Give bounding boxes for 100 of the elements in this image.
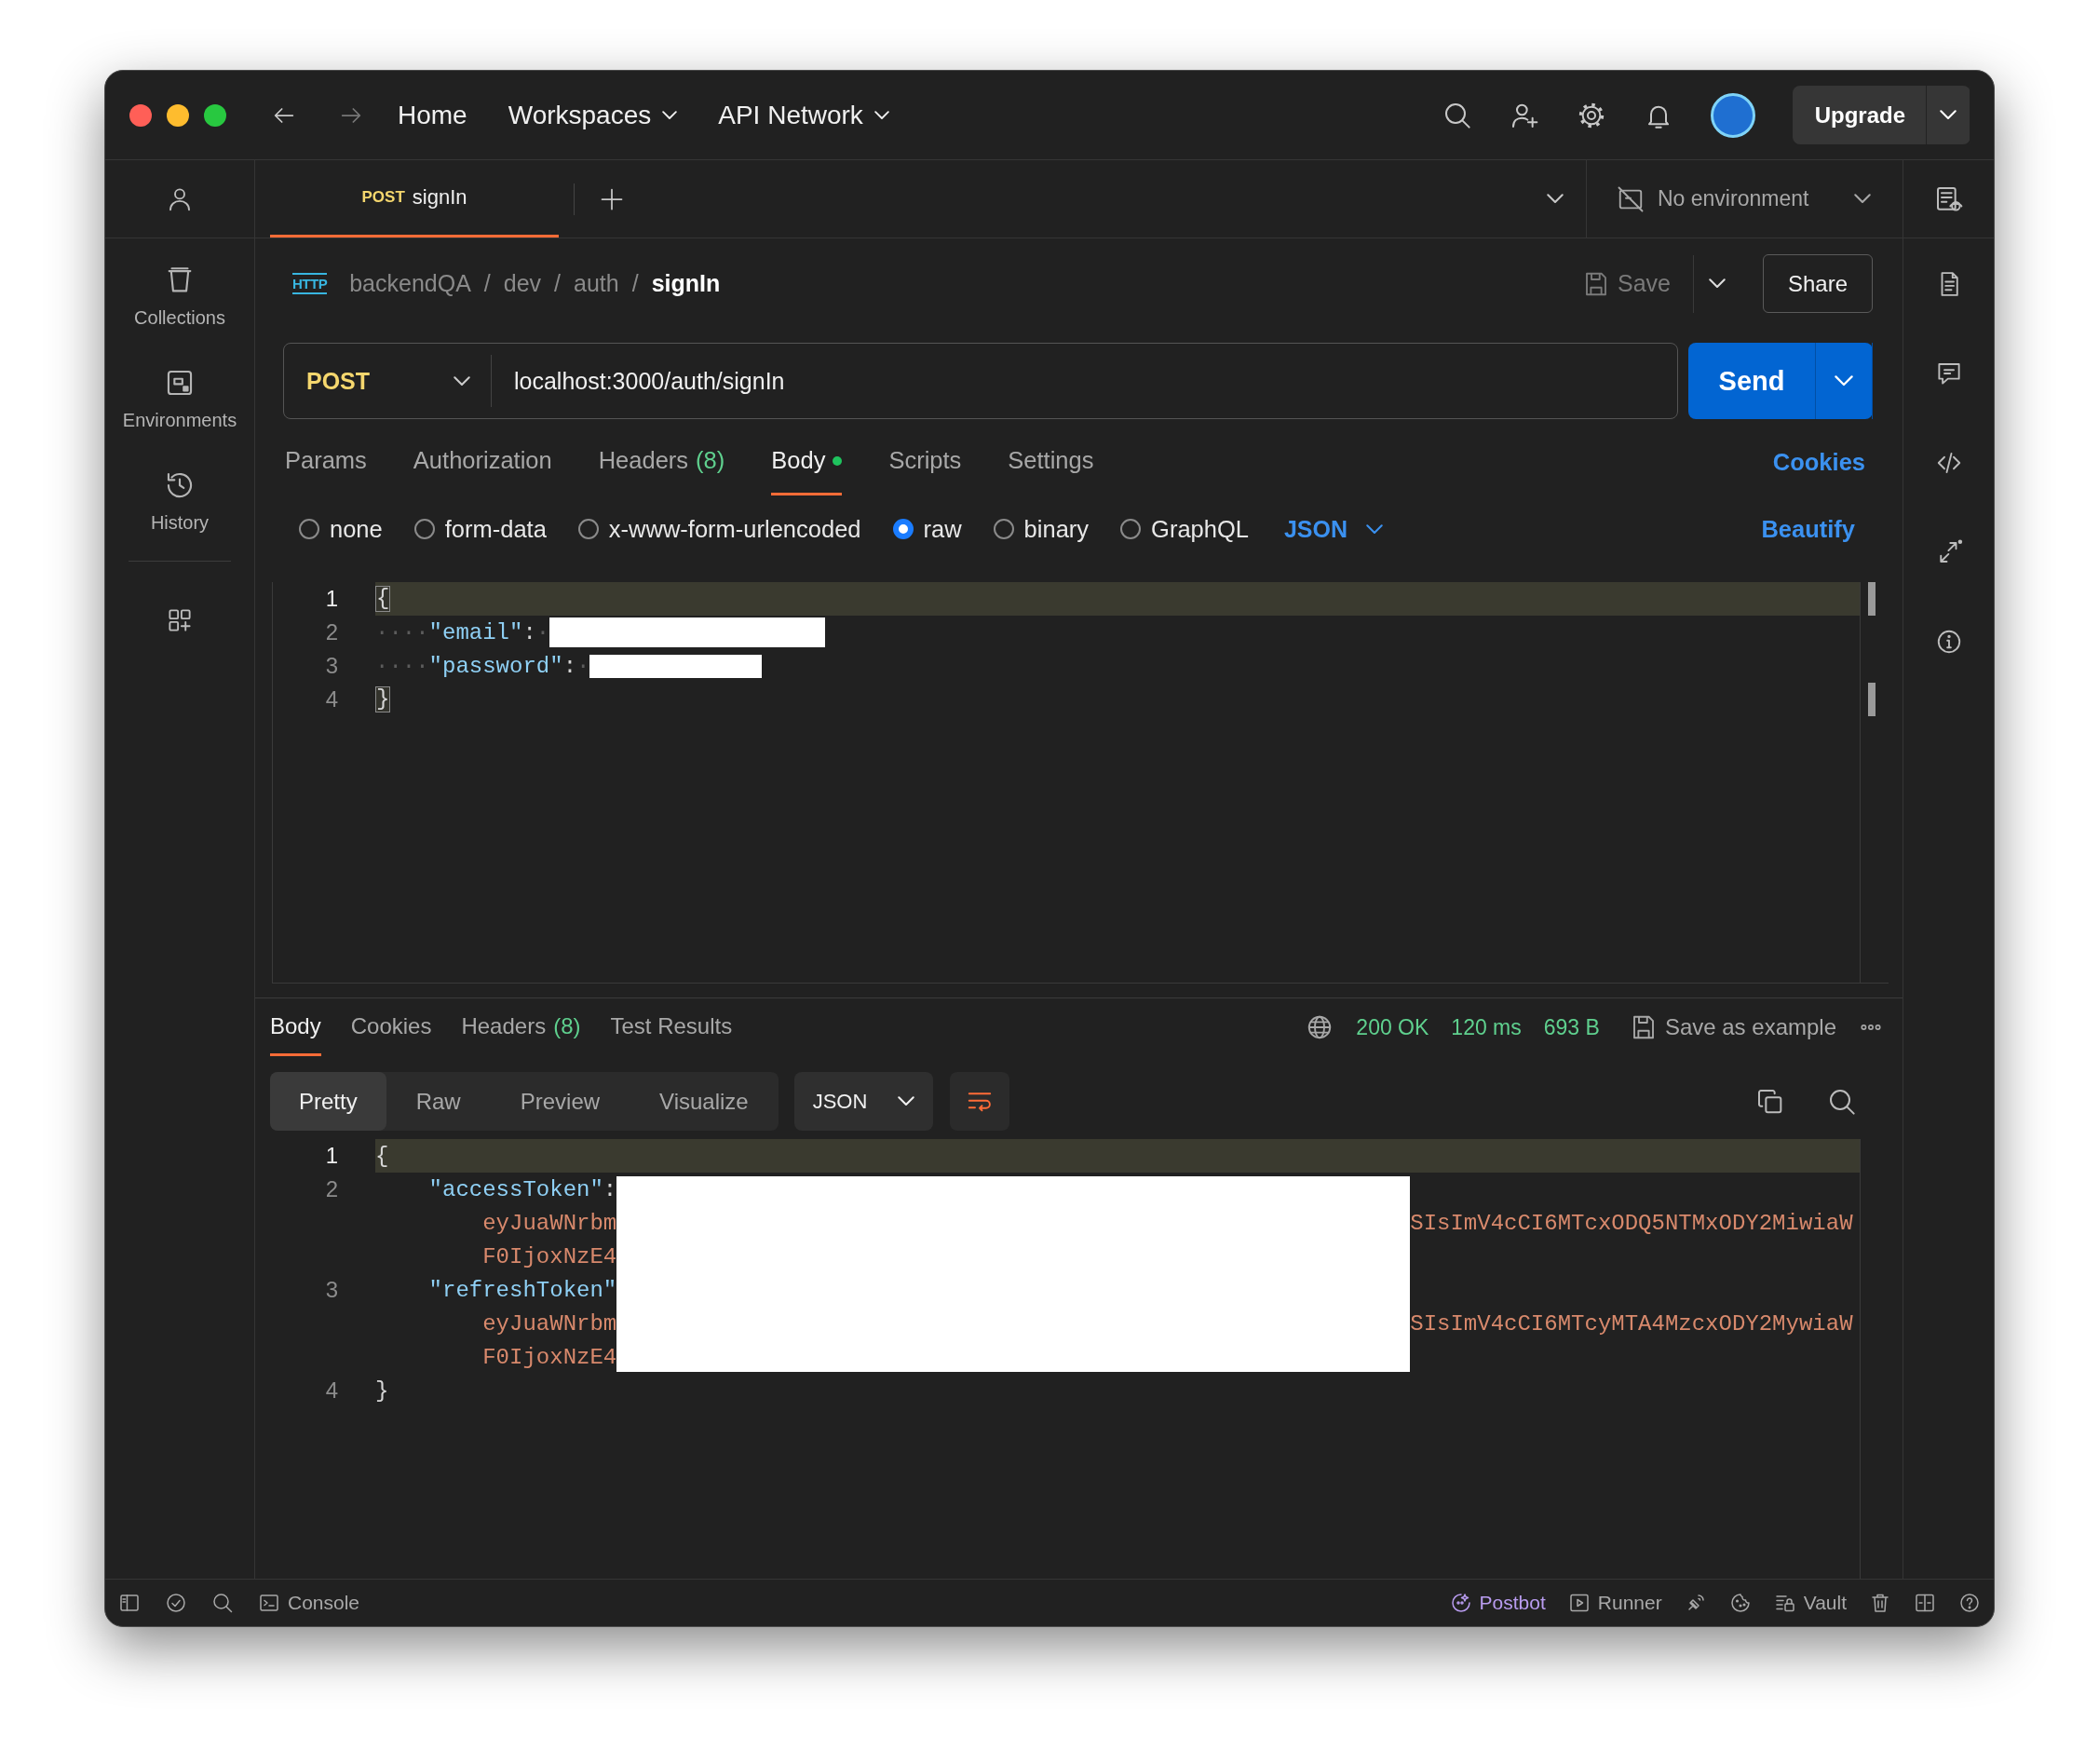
json-key: "accessToken" <box>428 1176 603 1202</box>
cookies-link[interactable]: Cookies <box>1772 448 1865 476</box>
breadcrumb-link[interactable]: dev <box>503 270 542 297</box>
minimize-button[interactable] <box>167 103 189 127</box>
check-circle-icon[interactable] <box>165 1592 187 1614</box>
radio-button[interactable] <box>577 519 599 539</box>
breadcrumb-link[interactable]: backendQA <box>349 270 471 297</box>
matched-bracket: } <box>375 686 391 712</box>
send-button[interactable]: Send <box>1688 343 1873 419</box>
radio-button[interactable] <box>413 519 435 539</box>
format-select[interactable]: JSON <box>1283 515 1384 543</box>
radio-button[interactable] <box>299 519 319 539</box>
trash-icon[interactable] <box>1869 1592 1891 1614</box>
share-button[interactable]: Share <box>1762 254 1873 313</box>
response-size[interactable]: 693 B <box>1543 1014 1600 1040</box>
radio-label: form-data <box>444 515 547 543</box>
radio-label: x-www-form-urlencoded <box>608 515 861 543</box>
line-number: 1 <box>325 1143 338 1168</box>
environment-select[interactable]: No environment <box>1586 160 1903 237</box>
json-key: "refreshToken" <box>428 1277 617 1303</box>
response-tab[interactable]: Headers (8) <box>461 998 581 1056</box>
wrap-button[interactable] <box>949 1072 1009 1131</box>
close-button[interactable] <box>129 103 152 127</box>
grid-plus-icon[interactable] <box>166 606 194 634</box>
save-example-button[interactable]: Save as example <box>1629 1013 1836 1041</box>
matched-bracket: { <box>375 586 391 612</box>
radio-label: binary <box>1023 515 1090 543</box>
format-select[interactable]: JSON <box>793 1072 933 1131</box>
nav-menu[interactable]: Home <box>398 100 467 130</box>
scrollbar-thumb[interactable] <box>1868 683 1876 716</box>
console-button[interactable]: Console <box>258 1592 360 1614</box>
response-tab[interactable]: Cookies <box>350 998 432 1056</box>
method-select[interactable]: POST <box>284 355 492 407</box>
layout-icon[interactable] <box>1914 1592 1936 1614</box>
cookie-icon[interactable] <box>1728 1592 1752 1614</box>
status-bar-button[interactable]: Runner <box>1567 1592 1662 1614</box>
line-number: 2 <box>325 1176 338 1201</box>
json-string: eyJuaWNrbm <box>482 1210 617 1236</box>
view-mode-tab[interactable]: Pretty <box>270 1072 386 1131</box>
request-option-tab[interactable]: Settings <box>1008 428 1094 495</box>
view-mode-tab[interactable]: Visualize <box>630 1072 779 1131</box>
view-mode-tab[interactable]: Raw <box>386 1072 491 1131</box>
json-punctuation: { <box>375 1143 389 1169</box>
request-option-tab[interactable]: Headers (8) <box>598 428 725 495</box>
caret-icon[interactable] <box>1708 278 1726 289</box>
sidebar-item[interactable]: Collections <box>134 265 225 367</box>
code-editor[interactable]: 1 { 2 ····"email":· 3 ····"password":· 4 } <box>272 582 1889 984</box>
json-string: SIsImV4cCI6MTcxODQ5NTMxODY2MiwiaW <box>1410 1210 1853 1236</box>
line-number: 3 <box>325 653 338 678</box>
caret-icon <box>897 1096 914 1106</box>
radio-label: GraphQL <box>1151 515 1249 543</box>
breadcrumb-separator: / <box>483 270 491 297</box>
request-tab[interactable]: POST signIn <box>270 160 559 237</box>
json-key: "email" <box>428 619 523 645</box>
whitespace-marker: ···· <box>375 619 429 645</box>
sidebar-toggle-icon[interactable] <box>118 1592 141 1614</box>
json-punctuation: : <box>562 653 577 679</box>
nav-menu[interactable]: API Network <box>718 100 889 130</box>
play-box-icon <box>1567 1592 1591 1614</box>
caret-icon <box>1366 523 1384 535</box>
json-string: F0IjoxNzE4 <box>482 1243 617 1269</box>
upgrade-button[interactable]: Upgrade <box>1792 86 1970 144</box>
response-tab[interactable]: Test Results <box>610 998 733 1056</box>
json-string: F0IjoxNzE4 <box>482 1344 617 1370</box>
json-punctuation: } <box>375 1377 389 1404</box>
request-name: signIn <box>651 270 721 297</box>
status-bar-button[interactable]: Vault <box>1773 1592 1847 1614</box>
terminal-icon <box>258 1592 280 1614</box>
sparkle-bot-icon <box>1449 1592 1472 1614</box>
nav-menu[interactable]: Workspaces <box>508 100 678 130</box>
json-punctuation: : <box>522 619 536 645</box>
search-icon[interactable] <box>211 1592 234 1614</box>
line-number: 1 <box>325 586 338 611</box>
save-button[interactable]: Save <box>1581 269 1671 298</box>
url-field[interactable]: POST localhost:3000/auth/signIn <box>283 343 1678 419</box>
status-bar-button[interactable]: Postbot <box>1449 1592 1546 1614</box>
request-option-tab[interactable]: Authorization <box>413 428 552 495</box>
request-option-tab[interactable]: Scripts <box>888 428 962 495</box>
scrollbar-thumb[interactable] <box>1868 582 1876 616</box>
sidebar-item[interactable]: Environments <box>122 367 237 469</box>
response-time[interactable]: 120 ms <box>1451 1014 1522 1040</box>
maximize-button[interactable] <box>204 103 226 127</box>
radio-button[interactable] <box>1120 519 1142 539</box>
breadcrumb-link[interactable]: auth <box>574 270 619 297</box>
caret-icon[interactable] <box>1547 194 1564 204</box>
beautify-link[interactable]: Beautify <box>1761 515 1855 543</box>
json-key: "password" <box>428 653 563 679</box>
status-code[interactable]: 200 OK <box>1356 1014 1429 1040</box>
radio-button[interactable] <box>993 519 1014 539</box>
request-option-tab[interactable]: Params <box>285 428 367 495</box>
response-tab[interactable]: Body <box>270 998 321 1056</box>
whitespace-marker: ···· <box>375 653 429 679</box>
view-mode-tab[interactable]: Preview <box>490 1072 630 1131</box>
request-option-tab[interactable]: Body <box>771 428 843 495</box>
whitespace-marker: · <box>576 653 590 679</box>
radio-button[interactable] <box>892 519 914 539</box>
caret-icon <box>1940 110 1957 120</box>
sidebar-item[interactable]: History <box>150 469 210 572</box>
help-icon[interactable] <box>1958 1592 1981 1614</box>
line-number: 4 <box>325 686 338 712</box>
